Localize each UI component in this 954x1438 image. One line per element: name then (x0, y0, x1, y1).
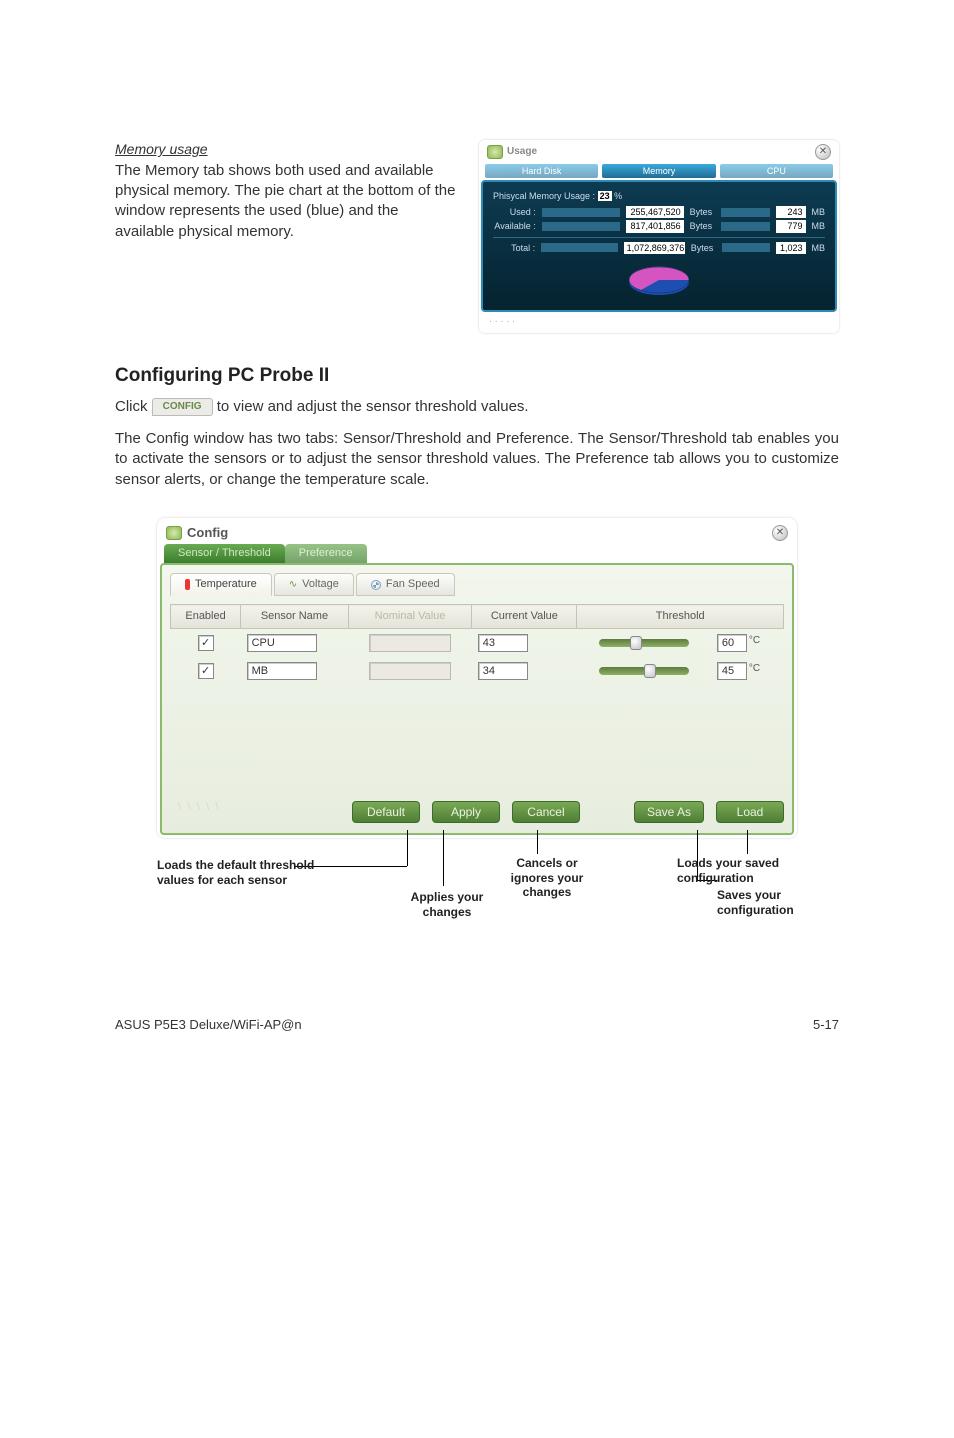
memory-paragraph: The Memory tab shows both used and avail… (115, 161, 459, 242)
save-as-button[interactable]: Save As (634, 801, 704, 823)
unit-label: °C (749, 635, 760, 646)
anno-cancel: Cancels or ignores your changes (497, 856, 597, 899)
anno-default: Loads the default threshold values for e… (157, 858, 327, 887)
resize-grip[interactable]: ∖∖∖∖∖ (170, 801, 223, 823)
total-mb: 1,023 (776, 242, 806, 254)
anno-saveas: Saves your configuration (717, 888, 837, 917)
total-bytes: 1,072,869,376 (624, 242, 685, 254)
threshold-field[interactable]: 45 (717, 662, 747, 680)
avail-label: Available : (493, 220, 536, 232)
memory-pie-chart (624, 260, 694, 300)
sensor-name-field[interactable]: MB (247, 662, 317, 680)
table-row: ✓ CPU 43 60°C (171, 628, 784, 657)
default-button[interactable]: Default (352, 801, 420, 823)
tab-memory[interactable]: Memory (602, 164, 715, 178)
close-icon[interactable]: ✕ (772, 525, 788, 541)
section-title: Configuring PC Probe II (115, 363, 839, 389)
config-badge[interactable]: CONFIG (152, 398, 213, 416)
threshold-slider[interactable] (599, 667, 689, 675)
phys-label: Phisycal Memory Usage : (493, 191, 595, 201)
enabled-checkbox[interactable]: ✓ (198, 663, 214, 679)
section-paragraph: The Config window has two tabs: Sensor/T… (115, 429, 839, 490)
total-label: Total : (493, 242, 535, 254)
avail-bytes-unit: Bytes (690, 220, 715, 232)
fan-icon (371, 580, 381, 590)
phys-pct-suffix: % (614, 191, 622, 201)
usage-window: Usage ✕ Hard Disk Memory CPU Phisycal Me… (479, 140, 839, 333)
avail-mb: 779 (776, 220, 806, 232)
col-enabled: Enabled (171, 605, 241, 629)
footer-left: ASUS P5E3 Deluxe/WiFi-AP@n (115, 1016, 302, 1034)
used-bytes: 255,467,520 (626, 206, 684, 218)
col-current: Current Value (472, 605, 577, 629)
total-bytes-unit: Bytes (691, 242, 716, 254)
current-field: 43 (478, 634, 528, 652)
used-bytes-unit: Bytes (690, 206, 715, 218)
apply-button[interactable]: Apply (432, 801, 500, 823)
tab-preference[interactable]: Preference (285, 544, 367, 563)
config-app-icon (166, 526, 182, 540)
used-mb: 243 (776, 206, 806, 218)
tab-cpu[interactable]: CPU (720, 164, 833, 178)
load-button[interactable]: Load (716, 801, 784, 823)
current-field: 34 (478, 662, 528, 680)
col-nominal: Nominal Value (348, 605, 471, 629)
voltage-icon: ∿ (289, 578, 297, 592)
col-sensor-name: Sensor Name (241, 605, 349, 629)
resize-grip[interactable]: ∙∙∙∙∙ (481, 312, 837, 332)
thermometer-icon (185, 579, 190, 590)
click-line: Click CONFIG to view and adjust the sens… (115, 397, 839, 417)
cancel-button[interactable]: Cancel (512, 801, 580, 823)
avail-bytes: 817,401,856 (626, 220, 684, 232)
anno-apply: Applies your changes (387, 890, 507, 919)
avail-mb-unit: MB (812, 220, 826, 232)
anno-load: Loads your saved configuration (677, 856, 817, 885)
tab-hard-disk[interactable]: Hard Disk (485, 164, 598, 178)
subtab-fan-speed[interactable]: Fan Speed (356, 573, 455, 596)
nominal-field (369, 634, 451, 652)
table-row: ✓ MB 34 45°C (171, 657, 784, 685)
nominal-field (369, 662, 451, 680)
config-window: Config ✕ Sensor / Threshold Preference T… (157, 518, 797, 838)
threshold-field[interactable]: 60 (717, 634, 747, 652)
enabled-checkbox[interactable]: ✓ (198, 635, 214, 651)
unit-label: °C (749, 663, 760, 674)
subtab-voltage[interactable]: ∿ Voltage (274, 573, 354, 596)
subtab-temperature[interactable]: Temperature (170, 573, 272, 596)
annotations: Loads the default threshold values for e… (157, 846, 797, 946)
footer-right: 5-17 (813, 1016, 839, 1034)
used-mb-unit: MB (812, 206, 826, 218)
phys-pct: 23 (598, 191, 612, 201)
usage-title: Usage (507, 145, 537, 159)
sensor-name-field[interactable]: CPU (247, 634, 317, 652)
memory-heading: Memory usage (115, 140, 459, 159)
threshold-slider[interactable] (599, 639, 689, 647)
total-mb-unit: MB (812, 242, 826, 254)
usage-app-icon (487, 145, 503, 159)
col-threshold: Threshold (577, 605, 784, 629)
used-label: Used : (493, 206, 536, 218)
tab-sensor-threshold[interactable]: Sensor / Threshold (164, 544, 285, 563)
config-title: Config (187, 524, 228, 542)
sensor-table: Enabled Sensor Name Nominal Value Curren… (170, 604, 784, 685)
close-icon[interactable]: ✕ (815, 144, 831, 160)
